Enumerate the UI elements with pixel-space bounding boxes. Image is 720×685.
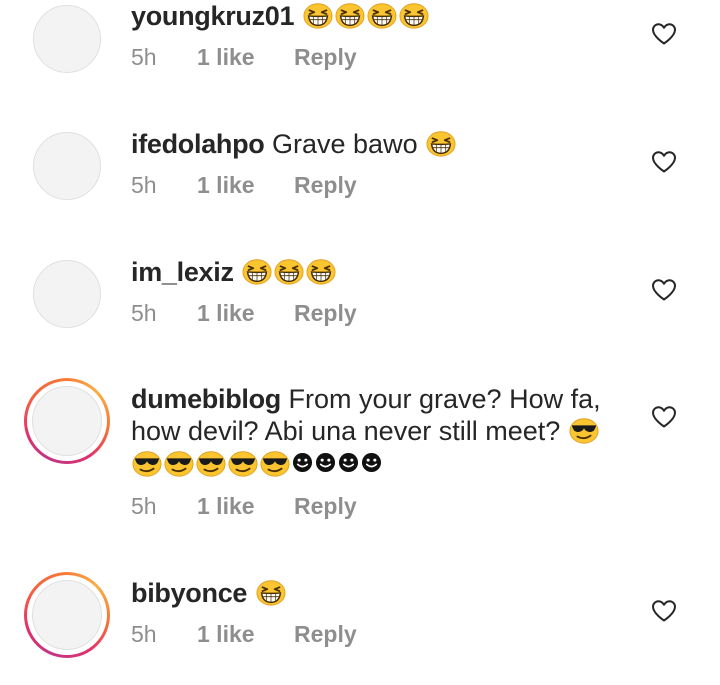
heart-icon[interactable] xyxy=(651,150,677,174)
timestamp: 5h xyxy=(131,621,157,647)
grinning-squinting-face-icon xyxy=(242,256,272,286)
grinning-squinting-face-icon xyxy=(274,256,304,286)
black-smiling-face-icon xyxy=(338,452,359,473)
timestamp: 5h xyxy=(131,300,157,326)
reply-button[interactable]: Reply xyxy=(294,172,357,199)
black-smiling-face-icon xyxy=(361,452,382,473)
smiling-face-with-sunglasses-icon xyxy=(260,448,290,478)
timestamp: 5h xyxy=(131,44,157,70)
smiling-face-with-sunglasses-icon xyxy=(228,448,258,478)
avatar[interactable] xyxy=(33,5,101,73)
timestamp: 5h xyxy=(131,493,157,519)
comment-text: youngkruz01 xyxy=(131,0,631,33)
reply-button[interactable]: Reply xyxy=(294,621,357,648)
avatar-story-ring[interactable] xyxy=(24,378,110,464)
black-smiling-face-icon xyxy=(292,452,313,473)
grinning-squinting-face-icon xyxy=(367,0,397,30)
avatar xyxy=(32,386,102,456)
comment-meta: 5h 1 like Reply xyxy=(131,493,357,520)
comment-body-line-1: From your grave? How fa, xyxy=(288,384,601,414)
comment-text: im_lexiz xyxy=(131,256,631,289)
smiling-face-with-sunglasses-icon xyxy=(196,448,226,478)
black-smiling-face-icon xyxy=(315,452,336,473)
avatar xyxy=(32,580,102,650)
reply-button[interactable]: Reply xyxy=(294,493,357,520)
avatar[interactable] xyxy=(33,260,101,328)
username[interactable]: im_lexiz xyxy=(131,257,234,287)
emoji-group xyxy=(131,449,383,479)
timestamp: 5h xyxy=(131,172,157,198)
grinning-squinting-face-icon xyxy=(426,128,456,158)
avatar-ring-gap xyxy=(27,575,107,655)
comment-text: dumebiblog From your grave? How fa, how … xyxy=(131,383,631,481)
likes-count[interactable]: 1 like xyxy=(197,300,294,327)
likes-count[interactable]: 1 like xyxy=(197,172,294,199)
comment-text: ifedolahpo Grave bawo xyxy=(131,128,631,161)
username[interactable]: youngkruz01 xyxy=(131,1,295,31)
comment-body: Grave bawo xyxy=(272,129,418,159)
heart-icon[interactable] xyxy=(651,405,677,429)
grinning-squinting-face-icon xyxy=(335,0,365,30)
comment-text: bibyonce xyxy=(131,577,631,610)
comment-body-line-2: how devil? Abi una never still meet? xyxy=(131,416,561,446)
heart-icon[interactable] xyxy=(651,278,677,302)
grinning-squinting-face-icon xyxy=(256,577,286,607)
username[interactable]: dumebiblog xyxy=(131,384,281,414)
grinning-squinting-face-icon xyxy=(303,0,333,30)
comment-meta: 5h 1 like Reply xyxy=(131,44,357,71)
reply-button[interactable]: Reply xyxy=(294,44,357,71)
grinning-squinting-face-icon xyxy=(399,0,429,30)
avatar[interactable] xyxy=(33,132,101,200)
emoji-group xyxy=(241,257,337,287)
likes-count[interactable]: 1 like xyxy=(197,621,294,648)
grinning-squinting-face-icon xyxy=(306,256,336,286)
comment-meta: 5h 1 like Reply xyxy=(131,300,357,327)
comment-meta: 5h 1 like Reply xyxy=(131,621,357,648)
avatar-story-ring[interactable] xyxy=(24,572,110,658)
smiling-face-with-sunglasses-icon xyxy=(569,415,599,445)
smiling-face-with-sunglasses-icon xyxy=(164,448,194,478)
username[interactable]: bibyonce xyxy=(131,578,247,608)
smiling-face-with-sunglasses-icon xyxy=(132,448,162,478)
heart-icon[interactable] xyxy=(651,22,677,46)
username[interactable]: ifedolahpo xyxy=(131,129,265,159)
likes-count[interactable]: 1 like xyxy=(197,493,294,520)
emoji-group xyxy=(302,1,430,31)
heart-icon[interactable] xyxy=(651,599,677,623)
comment-meta: 5h 1 like Reply xyxy=(131,172,357,199)
reply-button[interactable]: Reply xyxy=(294,300,357,327)
likes-count[interactable]: 1 like xyxy=(197,44,294,71)
avatar-ring-gap xyxy=(27,381,107,461)
